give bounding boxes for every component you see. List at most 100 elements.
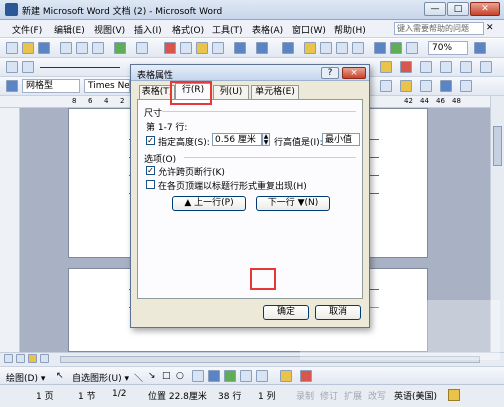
menu-insert[interactable]: 插入(I) xyxy=(134,23,162,36)
bullets-icon[interactable] xyxy=(380,80,392,92)
grow-font-icon[interactable] xyxy=(440,80,452,92)
spelling-status-icon[interactable] xyxy=(448,389,460,401)
height-spinner[interactable]: ▲ ▼ xyxy=(262,133,270,146)
open-icon[interactable] xyxy=(22,42,34,54)
help-icon[interactable] xyxy=(474,42,486,54)
menu-edit[interactable]: 编辑(E) xyxy=(54,23,85,36)
shrink-font-icon[interactable] xyxy=(460,80,472,92)
copy-icon[interactable] xyxy=(180,42,192,54)
close-window-button[interactable]: ✕ xyxy=(470,2,500,16)
fill-color-icon[interactable] xyxy=(280,370,292,382)
cancel-button[interactable]: 取消 xyxy=(315,305,361,320)
save-icon[interactable] xyxy=(38,42,50,54)
dialog-help-button[interactable]: ? xyxy=(321,67,339,79)
new-doc-icon[interactable] xyxy=(6,42,18,54)
style-select[interactable]: 网格型 xyxy=(22,79,80,93)
spelling-icon[interactable] xyxy=(114,42,126,54)
drawing-toolbar: 绘图(D) ▾ ↖ 自选图形(U) ▾ ＼ ↘ □ ○ xyxy=(0,366,504,384)
paste-icon[interactable] xyxy=(196,42,208,54)
border-icon[interactable] xyxy=(400,80,412,92)
picture-icon[interactable] xyxy=(256,370,268,382)
allow-break-checkbox[interactable]: ✓ xyxy=(146,166,155,175)
status-ext[interactable]: 扩展 xyxy=(344,389,362,402)
repeat-header-checkbox[interactable] xyxy=(146,180,155,189)
tables-borders-icon[interactable] xyxy=(304,42,316,54)
menu-view[interactable]: 视图(V) xyxy=(94,23,125,36)
styles-pane-icon[interactable] xyxy=(6,61,18,73)
help-search-input[interactable]: 键入需要帮助的问题 xyxy=(394,22,484,35)
undo-icon[interactable] xyxy=(234,42,246,54)
format-painter-icon[interactable] xyxy=(212,42,224,54)
status-ovr[interactable]: 改写 xyxy=(368,389,386,402)
web-view-icon[interactable] xyxy=(16,354,25,363)
specify-height-checkbox[interactable]: ✓ xyxy=(146,136,155,145)
char-border-icon[interactable] xyxy=(420,80,432,92)
font-color-icon[interactable] xyxy=(400,61,412,73)
rectangle-tool-icon[interactable]: □ xyxy=(162,371,171,381)
line-style-icon[interactable] xyxy=(40,67,120,68)
diagram-icon[interactable] xyxy=(224,370,236,382)
print-icon[interactable] xyxy=(76,42,88,54)
insert-table-icon[interactable] xyxy=(320,42,332,54)
columns-icon[interactable] xyxy=(352,42,364,54)
decrease-indent-icon[interactable] xyxy=(420,61,432,73)
styles-icon[interactable] xyxy=(6,80,18,92)
clipart-icon[interactable] xyxy=(240,370,252,382)
ruler-tick: 48 xyxy=(452,97,461,105)
window-title: 新建 Microsoft Word 文档 (2) - Microsoft Wor… xyxy=(22,7,223,17)
autoshapes-menu[interactable]: 自选图形(U) ▾ xyxy=(72,371,129,384)
menu-help[interactable]: 帮助(H) xyxy=(334,23,366,36)
menu-file[interactable]: 文件(F) xyxy=(12,23,42,36)
ok-button[interactable]: 确定 xyxy=(263,305,309,320)
status-page: 1 页 xyxy=(36,392,54,402)
arrow-tool-icon[interactable]: ↘ xyxy=(148,371,156,381)
dialog-close-button[interactable]: × xyxy=(342,67,366,79)
print-layout-icon[interactable] xyxy=(28,354,37,363)
status-rec[interactable]: 录制 xyxy=(296,389,314,402)
insert-excel-icon[interactable] xyxy=(336,42,348,54)
research-icon[interactable] xyxy=(136,42,148,54)
wordart-icon[interactable] xyxy=(208,370,220,382)
oval-tool-icon[interactable]: ○ xyxy=(176,371,184,381)
maximize-button[interactable]: □ xyxy=(447,2,469,16)
row-height-input[interactable]: 0.56 厘米 xyxy=(212,133,262,146)
tab-cell[interactable]: 单元格(E) xyxy=(251,85,299,99)
ruler-tick: 6 xyxy=(88,97,93,105)
reveal-format-icon[interactable] xyxy=(22,61,34,73)
draw-menu[interactable]: 绘图(D) ▾ xyxy=(6,371,45,384)
vertical-ruler[interactable] xyxy=(0,108,20,352)
zoom-select[interactable]: 70% xyxy=(428,41,468,55)
menu-window[interactable]: 窗口(W) xyxy=(292,23,326,36)
menu-format[interactable]: 格式(O) xyxy=(172,23,204,36)
minimize-button[interactable]: — xyxy=(424,2,446,16)
highlight-icon[interactable] xyxy=(380,61,392,73)
status-trk[interactable]: 修订 xyxy=(320,389,338,402)
font-select[interactable]: Times New xyxy=(84,79,130,93)
row-height-mode-select[interactable]: 最小值 xyxy=(322,133,360,146)
line-color-icon[interactable] xyxy=(300,370,312,382)
permission-icon[interactable] xyxy=(60,42,72,54)
show-hide-icon[interactable] xyxy=(406,42,418,54)
redo-icon[interactable] xyxy=(256,42,268,54)
textbox-icon[interactable] xyxy=(192,370,204,382)
scroll-thumb[interactable] xyxy=(493,126,502,166)
select-arrow-icon[interactable]: ↖ xyxy=(56,371,64,381)
tab-column[interactable]: 列(U) xyxy=(213,85,249,99)
outline-view-icon[interactable] xyxy=(40,354,49,363)
increase-indent-icon[interactable] xyxy=(440,61,452,73)
sort-icon[interactable] xyxy=(460,61,472,73)
close-doc-icon[interactable]: ✕ xyxy=(486,23,494,33)
cut-icon[interactable] xyxy=(164,42,176,54)
next-row-button[interactable]: 下一行 ▼(N) xyxy=(256,196,330,211)
menu-table[interactable]: 表格(A) xyxy=(252,23,283,36)
drawing-icon[interactable] xyxy=(374,42,386,54)
print-preview-icon[interactable] xyxy=(92,42,104,54)
menu-tools[interactable]: 工具(T) xyxy=(212,23,243,36)
repeat-header-label: 在各页顶端以标题行形式重复出现(H) xyxy=(158,182,307,192)
hyperlink-icon[interactable] xyxy=(282,42,294,54)
doc-map-icon[interactable] xyxy=(390,42,402,54)
autosum-icon[interactable] xyxy=(480,61,492,73)
line-tool-icon[interactable]: ＼ xyxy=(134,371,143,384)
previous-row-button[interactable]: ▲ 上一行(P) xyxy=(172,196,246,211)
normal-view-icon[interactable] xyxy=(4,354,13,363)
